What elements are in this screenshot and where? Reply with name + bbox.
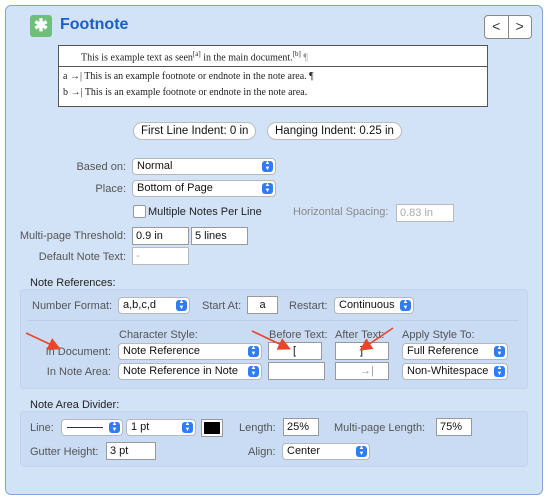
length-field[interactable]: 25%: [283, 418, 319, 436]
chevron-updown-icon: ▲ ▼: [182, 421, 193, 433]
gutter-height-label: Gutter Height:: [30, 446, 99, 458]
line-style-preview: [67, 427, 103, 428]
line-weight-value: 1 pt: [131, 421, 150, 433]
length-label: Length:: [239, 422, 276, 434]
align-select[interactable]: Center ▲ ▼: [282, 443, 370, 460]
line-label: Line:: [30, 422, 54, 434]
arrow-to-in-document: [25, 332, 61, 350]
chevron-updown-icon: ▲ ▼: [109, 421, 120, 433]
line-color-swatch[interactable]: [201, 419, 223, 437]
chevron-updown-icon: ▲ ▼: [356, 445, 367, 457]
arrow-to-before-text: [251, 330, 291, 350]
gutter-height-field[interactable]: 3 pt: [106, 442, 156, 460]
line-weight-select[interactable]: 1 pt ▲ ▼: [126, 419, 196, 436]
line-style-select[interactable]: ▲ ▼: [61, 419, 123, 436]
multipage-length-field[interactable]: 75%: [436, 418, 472, 436]
multipage-length-label: Multi-page Length:: [334, 422, 426, 434]
arrow-to-after-text: [359, 327, 394, 351]
divider-heading: Note Area Divider:: [30, 399, 120, 411]
align-value: Center: [287, 445, 321, 457]
align-label: Align:: [248, 446, 276, 458]
